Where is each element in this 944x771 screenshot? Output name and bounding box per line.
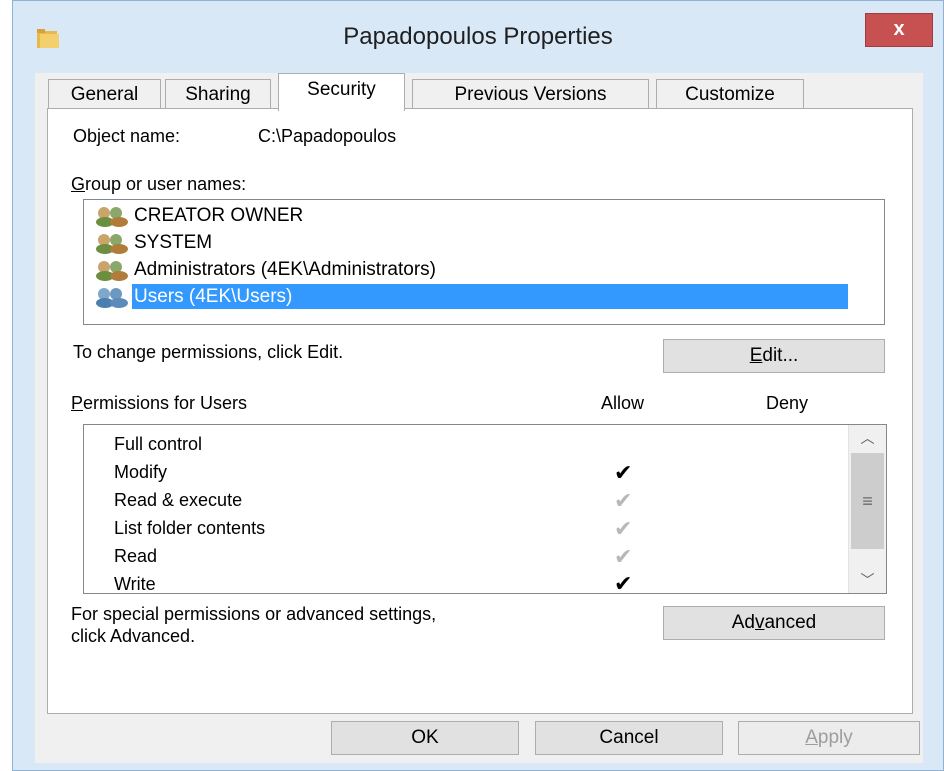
allow-inherited-check-icon: ✔ bbox=[614, 488, 633, 513]
list-item[interactable]: SYSTEM bbox=[96, 230, 218, 255]
dialog-body: General Sharing Security Previous Versio… bbox=[35, 73, 923, 763]
scroll-down-icon[interactable]: ﹀ bbox=[849, 567, 886, 593]
allow-check-icon: ✔ bbox=[614, 571, 633, 596]
permissions-label: Permissions for Users bbox=[71, 393, 248, 413]
group-names-label: Group or user names: bbox=[71, 174, 247, 194]
apply-button[interactable]: Apply bbox=[738, 721, 920, 755]
list-item[interactable]: Administrators (4EK\Administrators) bbox=[96, 257, 442, 282]
allow-column-header: Allow bbox=[601, 393, 645, 413]
permission-row: Modify bbox=[114, 462, 168, 482]
properties-window: Papadopoulos Properties x General Sharin… bbox=[12, 0, 944, 771]
group-user-list[interactable]: CREATOR OWNER SYSTEM Administrators (4EK… bbox=[83, 199, 885, 325]
user-group-icon bbox=[96, 205, 132, 227]
permission-row: Read bbox=[114, 546, 158, 566]
user-group-icon bbox=[96, 232, 132, 254]
tab-security[interactable]: Security bbox=[278, 73, 405, 111]
permission-row: List folder contents bbox=[114, 518, 266, 538]
object-name-value: C:\Papadopoulos bbox=[258, 126, 397, 146]
close-icon: x bbox=[893, 18, 905, 40]
special-permissions-text-2: click Advanced. bbox=[71, 626, 196, 646]
permissions-list[interactable]: Full control Modify ✔ Read & execute ✔ L… bbox=[83, 424, 887, 596]
permission-row: Full control bbox=[114, 434, 203, 454]
permission-row: Read & execute bbox=[114, 490, 243, 510]
ok-button[interactable]: OK bbox=[331, 721, 519, 755]
window-title: Papadopoulos Properties bbox=[343, 23, 613, 50]
advanced-button[interactable]: Advanced bbox=[663, 606, 885, 640]
allow-check-icon: ✔ bbox=[614, 460, 633, 485]
title-bar[interactable]: Papadopoulos Properties x bbox=[13, 1, 943, 73]
cancel-button[interactable]: Cancel bbox=[535, 721, 723, 755]
scroll-up-icon[interactable]: ︿ bbox=[849, 425, 886, 451]
user-group-icon bbox=[96, 259, 132, 281]
tab-customize[interactable]: Customize bbox=[656, 79, 804, 109]
security-panel: Object name: C:\Papadopoulos Group or us… bbox=[47, 108, 913, 714]
special-permissions-text: For special permissions or advanced sett… bbox=[71, 604, 437, 624]
allow-inherited-check-icon: ✔ bbox=[614, 544, 633, 569]
close-button[interactable]: x bbox=[865, 13, 933, 47]
permission-row: Write bbox=[114, 574, 156, 594]
grip-icon: ≡ bbox=[862, 491, 873, 511]
object-name-label: Object name: bbox=[73, 126, 181, 146]
deny-column-header: Deny bbox=[766, 393, 809, 413]
tab-previous-versions[interactable]: Previous Versions bbox=[412, 79, 649, 109]
change-permissions-hint: To change permissions, click Edit. bbox=[73, 342, 344, 362]
scroll-thumb[interactable]: ≡ bbox=[851, 453, 884, 549]
list-item-selected[interactable]: Users (4EK\Users) bbox=[96, 284, 848, 309]
allow-inherited-check-icon: ✔ bbox=[614, 516, 633, 541]
edit-button[interactable]: Edit... bbox=[663, 339, 885, 373]
user-group-icon bbox=[96, 286, 132, 308]
tab-general[interactable]: General bbox=[48, 79, 161, 109]
tab-sharing[interactable]: Sharing bbox=[165, 79, 271, 109]
vertical-scrollbar[interactable]: ︿ ≡ ﹀ bbox=[848, 425, 886, 593]
list-item[interactable]: CREATOR OWNER bbox=[96, 203, 309, 228]
